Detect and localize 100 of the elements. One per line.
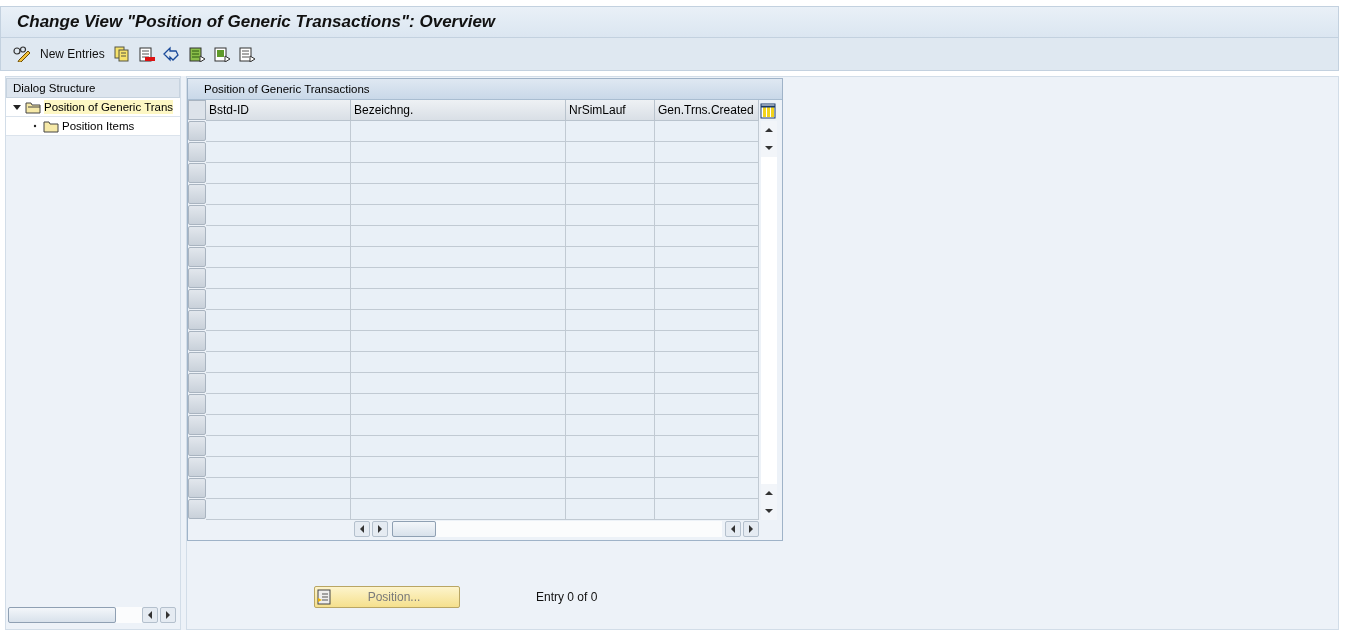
table-cell[interactable] (351, 142, 566, 163)
table-cell[interactable] (351, 310, 566, 331)
table-cell[interactable] (206, 436, 351, 457)
column-header[interactable]: NrSimLauf (566, 100, 655, 121)
scroll-left-button[interactable] (725, 521, 741, 537)
column-header[interactable]: Bstd-ID (206, 100, 351, 121)
scroll-right-button[interactable] (743, 521, 759, 537)
table-cell[interactable] (566, 184, 655, 205)
table-cell[interactable] (351, 247, 566, 268)
row-selector[interactable] (188, 142, 206, 162)
scroll-up-button[interactable] (760, 484, 777, 502)
row-selector[interactable] (188, 205, 206, 225)
table-cell[interactable] (566, 247, 655, 268)
table-cell[interactable] (206, 289, 351, 310)
table-cell[interactable] (206, 247, 351, 268)
row-selector[interactable] (188, 436, 206, 456)
table-cell[interactable] (566, 289, 655, 310)
table-cell[interactable] (206, 163, 351, 184)
scroll-left-button[interactable] (142, 607, 158, 623)
table-cell[interactable] (206, 142, 351, 163)
table-cell[interactable] (655, 394, 759, 415)
scroll-right-button[interactable] (372, 521, 388, 537)
table-cell[interactable] (655, 331, 759, 352)
table-cell[interactable] (351, 205, 566, 226)
position-button[interactable]: Position... (314, 586, 460, 608)
row-selector[interactable] (188, 289, 206, 309)
table-cell[interactable] (566, 268, 655, 289)
select-all-cell[interactable] (188, 100, 206, 120)
table-cell[interactable] (655, 499, 759, 520)
table-cell[interactable] (655, 310, 759, 331)
table-cell[interactable] (566, 205, 655, 226)
table-cell[interactable] (655, 247, 759, 268)
table-cell[interactable] (566, 415, 655, 436)
table-cell[interactable] (206, 310, 351, 331)
row-selector[interactable] (188, 373, 206, 393)
table-cell[interactable] (655, 457, 759, 478)
row-selector[interactable] (188, 478, 206, 498)
table-cell[interactable] (351, 121, 566, 142)
table-cell[interactable] (351, 184, 566, 205)
table-cell[interactable] (206, 331, 351, 352)
row-selector[interactable] (188, 163, 206, 183)
table-cell[interactable] (566, 478, 655, 499)
table-cell[interactable] (351, 352, 566, 373)
table-cell[interactable] (655, 373, 759, 394)
table-cell[interactable] (655, 352, 759, 373)
row-selector[interactable] (188, 499, 206, 519)
table-cell[interactable] (655, 121, 759, 142)
column-header[interactable]: Bezeichng. (351, 100, 566, 121)
table-cell[interactable] (655, 163, 759, 184)
row-selector[interactable] (188, 184, 206, 204)
table-cell[interactable] (566, 142, 655, 163)
table-cell[interactable] (351, 499, 566, 520)
table-cell[interactable] (566, 499, 655, 520)
row-selector[interactable] (188, 457, 206, 477)
table-cell[interactable] (655, 436, 759, 457)
undo-icon[interactable] (161, 46, 180, 62)
table-cell[interactable] (655, 415, 759, 436)
table-cell[interactable] (206, 499, 351, 520)
new-entries-button[interactable]: New Entries (38, 47, 107, 61)
row-selector[interactable] (188, 226, 206, 246)
deselect-all-icon[interactable] (236, 46, 255, 62)
row-selector[interactable] (188, 415, 206, 435)
select-block-icon[interactable] (211, 46, 230, 62)
table-cell[interactable] (566, 331, 655, 352)
table-cell[interactable] (655, 478, 759, 499)
table-cell[interactable] (351, 394, 566, 415)
table-cell[interactable] (566, 163, 655, 184)
table-cell[interactable] (566, 373, 655, 394)
table-cell[interactable] (351, 457, 566, 478)
column-header[interactable]: Gen.Trns.Created (655, 100, 759, 121)
row-selector[interactable] (188, 310, 206, 330)
table-cell[interactable] (655, 289, 759, 310)
table-cell[interactable] (206, 478, 351, 499)
table-cell[interactable] (351, 436, 566, 457)
row-selector[interactable] (188, 394, 206, 414)
splitter-handle[interactable] (181, 76, 186, 630)
row-selector[interactable] (188, 352, 206, 372)
table-cell[interactable] (206, 184, 351, 205)
table-cell[interactable] (351, 268, 566, 289)
scroll-left-button[interactable] (354, 521, 370, 537)
pencil-glasses-icon[interactable] (13, 46, 31, 62)
scroll-right-button[interactable] (160, 607, 176, 623)
table-cell[interactable] (566, 226, 655, 247)
table-cell[interactable] (206, 352, 351, 373)
table-cell[interactable] (206, 226, 351, 247)
table-cell[interactable] (206, 373, 351, 394)
scroll-down-button[interactable] (760, 139, 777, 157)
row-selector[interactable] (188, 268, 206, 288)
table-cell[interactable] (206, 415, 351, 436)
table-cell[interactable] (351, 289, 566, 310)
table-cell[interactable] (351, 331, 566, 352)
table-cell[interactable] (351, 373, 566, 394)
table-cell[interactable] (566, 352, 655, 373)
table-cell[interactable] (206, 394, 351, 415)
select-all-icon[interactable] (186, 46, 205, 62)
table-cell[interactable] (655, 142, 759, 163)
scroll-down-button[interactable] (760, 502, 777, 520)
table-cell[interactable] (655, 268, 759, 289)
table-cell[interactable] (655, 226, 759, 247)
table-cell[interactable] (566, 436, 655, 457)
